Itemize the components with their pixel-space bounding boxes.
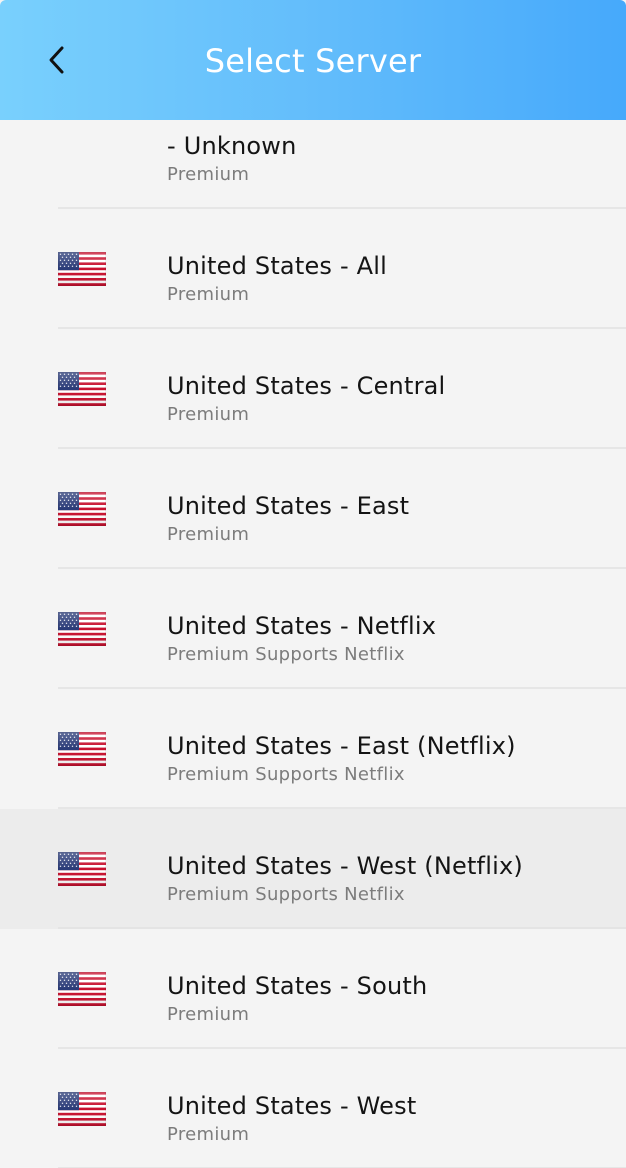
server-row[interactable]: United States - West Premium: [0, 1049, 626, 1168]
us-flag-icon: [58, 252, 106, 286]
server-tier: Premium Supports Netflix: [167, 764, 405, 785]
server-name: United States - East (Netflix): [167, 732, 516, 760]
us-flag-icon: [58, 1092, 106, 1126]
server-row[interactable]: - Unknown Premium: [0, 120, 626, 209]
server-tier: Premium Supports Netflix: [167, 644, 405, 665]
server-row[interactable]: United States - Central Premium: [0, 329, 626, 449]
server-list[interactable]: - Unknown Premium United States - All Pr…: [0, 120, 626, 1168]
server-tier: Premium: [167, 284, 250, 305]
server-tier: Premium: [167, 404, 250, 425]
server-name: United States - East: [167, 492, 410, 520]
server-tier: Premium Supports Netflix: [167, 884, 405, 905]
page-title: Select Server: [204, 42, 422, 80]
server-row[interactable]: United States - East (Netflix) Premium S…: [0, 689, 626, 809]
server-tier: Premium: [167, 1004, 250, 1025]
server-row[interactable]: United States - Netflix Premium Supports…: [0, 569, 626, 689]
server-tier: Premium: [167, 524, 250, 545]
server-name: United States - Netflix: [167, 612, 437, 640]
us-flag-icon: [58, 492, 106, 526]
server-row[interactable]: United States - West (Netflix) Premium S…: [0, 809, 626, 929]
server-list-track: - Unknown Premium United States - All Pr…: [0, 120, 626, 1168]
server-row[interactable]: United States - South Premium: [0, 929, 626, 1049]
us-flag-icon: [58, 732, 106, 766]
server-row[interactable]: United States - East Premium: [0, 449, 626, 569]
server-name: United States - Central: [167, 372, 446, 400]
server-tier: Premium: [167, 1124, 250, 1145]
us-flag-icon: [58, 972, 106, 1006]
us-flag-icon: [58, 372, 106, 406]
select-server-screen: Select Server - Unknown Premium United S…: [0, 0, 626, 1168]
server-name: United States - West (Netflix): [167, 852, 523, 880]
server-row[interactable]: United States - All Premium: [0, 209, 626, 329]
server-name: United States - West: [167, 1092, 417, 1120]
header-bar: Select Server: [0, 0, 626, 120]
server-name: - Unknown: [167, 132, 297, 160]
server-name: United States - South: [167, 972, 428, 1000]
us-flag-icon: [58, 612, 106, 646]
server-name: United States - All: [167, 252, 387, 280]
us-flag-icon: [58, 852, 106, 886]
server-tier: Premium: [167, 164, 250, 185]
